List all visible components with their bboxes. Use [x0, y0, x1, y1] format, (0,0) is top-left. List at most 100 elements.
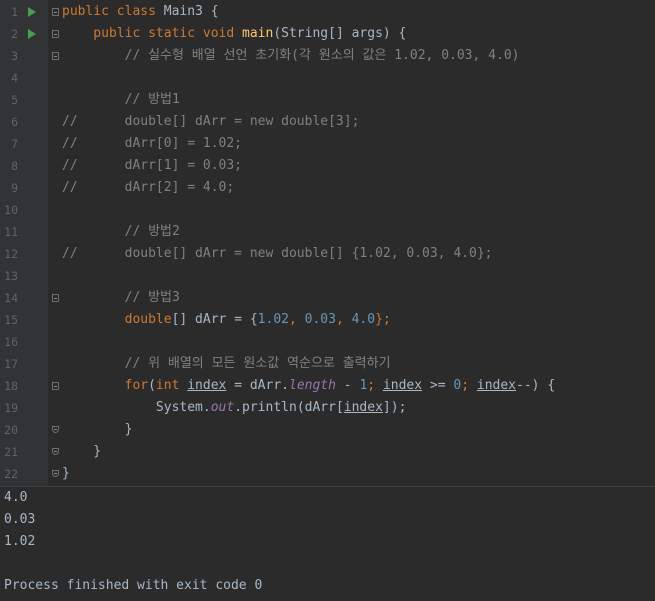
code-text: public class Main3 {	[62, 1, 219, 23]
fold-end-icon[interactable]	[52, 470, 59, 477]
fold-icon[interactable]	[52, 30, 59, 38]
line-number: 14	[4, 291, 18, 305]
code-line[interactable]: 6 // double[] dArr = new double[3];	[0, 111, 655, 133]
console-output-line: 4.0	[4, 490, 28, 505]
fold-icon[interactable]	[52, 294, 59, 302]
code-token: // 위 배열의 모든 원소값 역순으로 출력하기	[62, 356, 391, 371]
code-token: // 실수형 배열 선언 초기화(각 원소의 값은 1.02, 0.03, 4.…	[62, 48, 520, 63]
line-number: 7	[11, 137, 18, 151]
console-output-line: 0.03	[4, 512, 36, 527]
fold-icon[interactable]	[52, 52, 59, 60]
code-text: public static void main(String[] args) {	[62, 23, 406, 45]
run-gutter-icon[interactable]	[28, 7, 36, 17]
line-number: 19	[4, 401, 18, 415]
code-text: // 위 배열의 모든 원소값 역순으로 출력하기	[62, 353, 391, 375]
code-line[interactable]: 8 // dArr[1] = 0.03;	[0, 155, 655, 177]
code-token: (String[] args) {	[273, 26, 407, 41]
fold-end-icon[interactable]	[52, 426, 59, 433]
code-token: (	[148, 378, 156, 393]
code-token: int	[155, 378, 188, 393]
code-text: // 실수형 배열 선언 초기화(각 원소의 값은 1.02, 0.03, 4.…	[62, 45, 520, 67]
run-console[interactable]: 4.0 0.03 1.02 Process finished with exit…	[0, 486, 655, 601]
code-line[interactable]: 17 // 위 배열의 모든 원소값 역순으로 출력하기	[0, 353, 655, 375]
code-line[interactable]: 10	[0, 199, 655, 221]
code-text: // double[] dArr = new double[3];	[62, 111, 359, 133]
line-number: 1	[11, 5, 18, 19]
code-token: };	[375, 312, 391, 327]
fold-icon[interactable]	[52, 8, 59, 16]
console-output-line: 1.02	[4, 534, 36, 549]
code-line[interactable]: 15 double[] dArr = {1.02, 0.03, 4.0};	[0, 309, 655, 331]
code-text: }	[62, 441, 101, 463]
code-text: for(int index = dArr.length - 1; index >…	[62, 375, 556, 397]
code-token: 0.03	[304, 312, 336, 327]
code-token: .println(dArr[	[234, 400, 344, 415]
line-number: 20	[4, 423, 18, 437]
line-number: 13	[4, 269, 18, 283]
code-line[interactable]: 21 }	[0, 441, 655, 463]
code-editor[interactable]: 1 public class Main3 {2 public static voi…	[0, 0, 655, 486]
code-text: }	[62, 419, 133, 441]
code-line[interactable]: 20 }	[0, 419, 655, 441]
line-number: 15	[4, 313, 18, 327]
code-line[interactable]: 11 // 방법2	[0, 221, 655, 243]
code-text: // double[] dArr = new double[] {1.02, 0…	[62, 243, 492, 265]
line-number: 18	[4, 379, 18, 393]
run-gutter-icon[interactable]	[28, 29, 36, 39]
code-token: double	[62, 312, 172, 327]
code-token: // 방법3	[62, 290, 180, 305]
code-token: -	[335, 378, 360, 393]
code-line[interactable]: 18 for(int index = dArr.length - 1; inde…	[0, 375, 655, 397]
line-number: 21	[4, 445, 18, 459]
code-token: [] dArr = {	[171, 312, 258, 327]
code-line[interactable]: 9 // dArr[2] = 4.0;	[0, 177, 655, 199]
code-token: }	[62, 444, 102, 459]
code-token: main	[242, 26, 274, 41]
code-text: }	[62, 463, 70, 485]
code-token: // 방법2	[62, 224, 180, 239]
code-token: Main3 {	[163, 4, 219, 19]
line-number: 16	[4, 335, 18, 349]
code-token: >=	[422, 378, 454, 393]
code-line[interactable]: 1 public class Main3 {	[0, 1, 655, 23]
code-token: public class	[62, 4, 164, 19]
fold-end-icon[interactable]	[52, 448, 59, 455]
code-token: 1.02	[257, 312, 289, 327]
code-text: // 방법1	[62, 89, 180, 111]
code-text: // 방법3	[62, 287, 180, 309]
line-number: 9	[11, 181, 18, 195]
line-number: 22	[4, 467, 18, 481]
line-number: 11	[4, 225, 18, 239]
code-token: // 방법1	[62, 92, 180, 107]
code-token: ]);	[382, 400, 407, 415]
code-token: index	[382, 378, 423, 393]
line-number: 10	[4, 203, 18, 217]
code-line[interactable]: 2 public static void main(String[] args)…	[0, 23, 655, 45]
code-line[interactable]: 14 // 방법3	[0, 287, 655, 309]
code-line[interactable]: 22}	[0, 463, 655, 485]
fold-icon[interactable]	[52, 382, 59, 390]
line-number: 4	[11, 71, 18, 85]
line-number: 17	[4, 357, 18, 371]
code-line[interactable]: 16	[0, 331, 655, 353]
code-line[interactable]: 3 // 실수형 배열 선언 초기화(각 원소의 값은 1.02, 0.03, …	[0, 45, 655, 67]
code-line[interactable]: 12 // double[] dArr = new double[] {1.02,…	[0, 243, 655, 265]
line-number: 5	[11, 93, 18, 107]
process-exit-message: Process finished with exit code 0	[4, 578, 263, 593]
code-token: out	[210, 400, 235, 415]
code-text: // dArr[2] = 4.0;	[62, 177, 234, 199]
code-token: // double[] dArr = new double[3];	[62, 114, 360, 129]
code-text: // dArr[1] = 0.03;	[62, 155, 242, 177]
code-line[interactable]: 19 System.out.println(dArr[index]);	[0, 397, 655, 419]
code-text: System.out.println(dArr[index]);	[62, 397, 407, 419]
code-text: // 방법2	[62, 221, 180, 243]
code-token: = dArr.	[226, 378, 289, 393]
code-line[interactable]: 4	[0, 67, 655, 89]
code-line[interactable]: 5 // 방법1	[0, 89, 655, 111]
code-token: ,	[335, 312, 352, 327]
code-token: index	[187, 378, 227, 393]
code-line[interactable]: 7 // dArr[0] = 1.02;	[0, 133, 655, 155]
code-token: System.	[62, 400, 211, 415]
code-token: // double[] dArr = new double[] {1.02, 0…	[62, 246, 493, 261]
code-line[interactable]: 13	[0, 265, 655, 287]
